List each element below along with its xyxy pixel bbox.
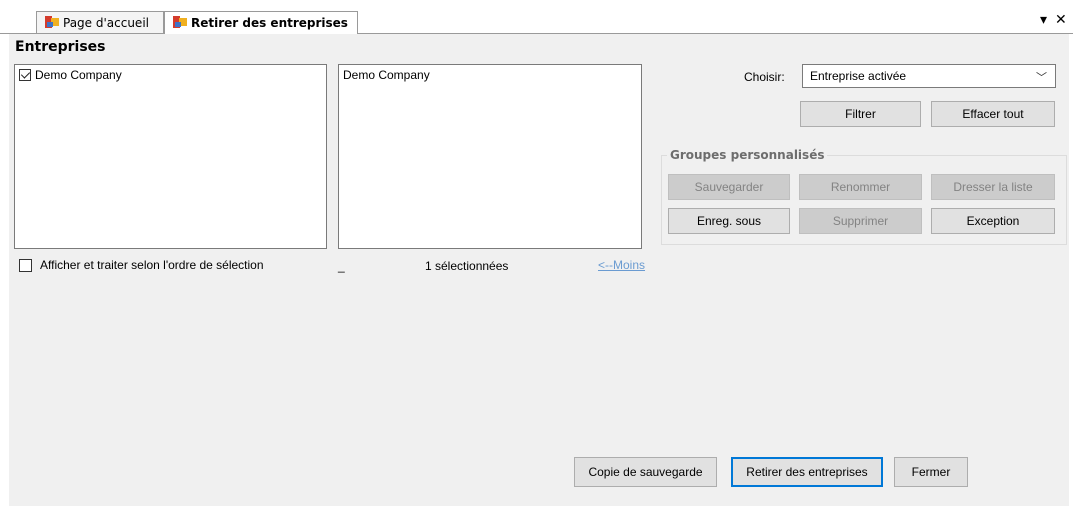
custom-groups-title: Groupes personnalisés	[667, 148, 828, 162]
app-icon	[45, 16, 59, 28]
chevron-down-icon: ﹀	[1036, 72, 1047, 84]
clear-all-button[interactable]: Effacer tout	[931, 101, 1055, 127]
tab-home[interactable]: Page d'accueil	[36, 11, 164, 33]
save-as-button[interactable]: Enreg. sous	[668, 208, 790, 234]
filter-button[interactable]: Filtrer	[800, 101, 921, 127]
item-checkbox[interactable]	[19, 69, 31, 81]
tab-home-label: Page d'accueil	[63, 15, 149, 30]
list-item[interactable]: Demo Company	[343, 68, 430, 82]
list-item[interactable]: Demo Company	[19, 68, 122, 82]
make-list-button[interactable]: Dresser la liste	[931, 174, 1055, 200]
choose-select-value: Entreprise activée	[810, 69, 907, 83]
save-group-button[interactable]: Sauvegarder	[668, 174, 790, 200]
close-icon[interactable]: ✕	[1055, 12, 1067, 28]
tab-remove-companies[interactable]: Retirer des entreprises	[164, 11, 358, 34]
rename-group-button[interactable]: Renommer	[799, 174, 922, 200]
order-checkbox[interactable]: Afficher et traiter selon l'ordre de sél…	[19, 258, 264, 272]
choose-label: Choisir:	[744, 70, 785, 84]
order-checkbox-box[interactable]	[19, 258, 32, 272]
tab-remove-companies-label: Retirer des entreprises	[191, 16, 348, 30]
dropdown-arrow-icon[interactable]: ▾	[1040, 12, 1047, 28]
status-dash: _	[338, 259, 345, 273]
remove-companies-button[interactable]: Retirer des entreprises	[731, 457, 883, 487]
item-label: Demo Company	[35, 68, 122, 82]
close-button[interactable]: Fermer	[894, 457, 968, 487]
selected-count: 1 sélectionnées	[425, 259, 509, 273]
selected-companies-list[interactable]: Demo Company	[338, 64, 642, 249]
backup-button[interactable]: Copie de sauvegarde	[574, 457, 717, 487]
less-link[interactable]: <--Moins	[598, 258, 645, 272]
choose-select[interactable]: Entreprise activée ﹀	[802, 64, 1056, 88]
delete-group-button[interactable]: Supprimer	[799, 208, 922, 234]
exception-button[interactable]: Exception	[931, 208, 1055, 234]
company-checklist[interactable]: Demo Company	[14, 64, 327, 249]
app-icon	[173, 16, 187, 28]
section-title: Entreprises	[15, 39, 106, 55]
order-checkbox-label: Afficher et traiter selon l'ordre de sél…	[40, 258, 264, 272]
